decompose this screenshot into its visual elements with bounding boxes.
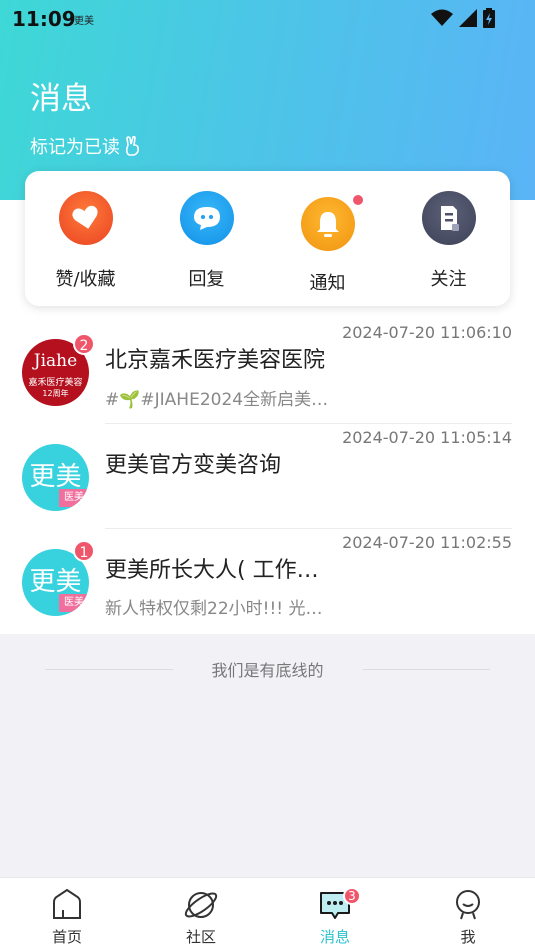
status-app-label: 更美 bbox=[74, 16, 94, 27]
mark-read-button[interactable]: 标记为已读 bbox=[30, 133, 142, 159]
notification-dot bbox=[353, 195, 363, 205]
likes-favorites-button[interactable]: 赞/收藏 bbox=[25, 171, 146, 306]
unread-badge: 2 bbox=[73, 333, 95, 355]
planet-icon bbox=[184, 892, 218, 918]
message-time: 2024-07-20 11:05:14 bbox=[342, 428, 512, 447]
message-preview: #🌱#JIAHE2024全新启美… bbox=[105, 390, 329, 410]
message-sender: 北京嘉禾医疗美容医院 bbox=[105, 348, 326, 373]
nav-messages[interactable]: 3 消息 bbox=[268, 878, 402, 951]
nav-me-label: 我 bbox=[460, 928, 476, 946]
chat-bubble-icon bbox=[179, 191, 234, 245]
follows-label: 关注 bbox=[430, 269, 467, 290]
wifi-icon bbox=[431, 9, 453, 26]
status-bar: 11:09 更美 bbox=[0, 0, 535, 36]
mark-read-label: 标记为已读 bbox=[30, 137, 120, 158]
replies-button[interactable]: 回复 bbox=[146, 171, 267, 306]
avatar-anniversary-text: 12周年 bbox=[42, 389, 69, 398]
avatar-sub-text: 嘉禾医疗美容 bbox=[28, 378, 83, 388]
nav-community-label: 社区 bbox=[185, 928, 216, 946]
nav-me[interactable]: 我 bbox=[401, 878, 535, 951]
status-icons bbox=[431, 8, 495, 28]
end-of-list-text: 我们是有底线的 bbox=[211, 661, 324, 680]
avatar-tag: 医美 bbox=[59, 594, 89, 612]
document-icon bbox=[421, 191, 476, 245]
messages-screen: 11:09 更美 消息 标记为已读 赞/收藏 回复 通知 关注 Jiahe 嘉禾… bbox=[0, 0, 535, 951]
message-time: 2024-07-20 11:06:10 bbox=[342, 323, 512, 342]
message-sender: 更美官方变美咨询 bbox=[105, 453, 282, 478]
battery-icon bbox=[483, 8, 495, 28]
victory-hand-icon bbox=[125, 136, 139, 156]
nav-home[interactable]: 首页 bbox=[0, 878, 134, 951]
nav-community[interactable]: 社区 bbox=[134, 878, 268, 951]
nav-home-label: 首页 bbox=[51, 928, 82, 946]
quick-actions-card: 赞/收藏 回复 通知 关注 bbox=[25, 171, 510, 306]
signal-icon bbox=[459, 9, 477, 27]
page-title: 消息 bbox=[30, 81, 92, 117]
heart-icon bbox=[58, 191, 113, 245]
avatar: 更美 医美 bbox=[22, 444, 89, 511]
message-item-gengmei-director[interactable]: 更美 医美 1 2024-07-20 11:02:55 更美所长大人( 工作… … bbox=[0, 528, 535, 633]
avatar-logo-text: 更美 bbox=[29, 567, 82, 597]
notifications-button[interactable]: 通知 bbox=[267, 171, 388, 306]
unread-badge: 1 bbox=[73, 540, 95, 562]
home-icon bbox=[53, 888, 81, 919]
bell-icon bbox=[300, 197, 355, 251]
nav-messages-badge: 3 bbox=[343, 887, 361, 905]
notifications-label: 通知 bbox=[309, 273, 346, 294]
bottom-nav: 首页 社区 3 消息 我 bbox=[0, 877, 535, 951]
avatar-logo-text: 更美 bbox=[29, 462, 82, 492]
message-time: 2024-07-20 11:02:55 bbox=[342, 533, 512, 552]
message-item-jiahe[interactable]: Jiahe 嘉禾医疗美容 12周年 2 2024-07-20 11:06:10 … bbox=[0, 318, 535, 423]
replies-label: 回复 bbox=[188, 269, 225, 290]
message-sender: 更美所长大人( 工作… bbox=[105, 558, 319, 583]
follows-button[interactable]: 关注 bbox=[388, 171, 509, 306]
status-time: 11:09 bbox=[12, 7, 76, 31]
avatar-tag: 医美 bbox=[59, 489, 89, 507]
profile-icon bbox=[456, 890, 480, 920]
message-item-gengmei-official[interactable]: 更美 医美 2024-07-20 11:05:14 更美官方变美咨询 bbox=[0, 423, 535, 528]
end-of-list-note: 我们是有底线的 bbox=[0, 657, 535, 681]
message-preview: 新人特权仅剩22小时!!! 光… bbox=[105, 599, 323, 619]
likes-favorites-label: 赞/收藏 bbox=[55, 269, 116, 290]
nav-messages-label: 消息 bbox=[319, 928, 350, 946]
